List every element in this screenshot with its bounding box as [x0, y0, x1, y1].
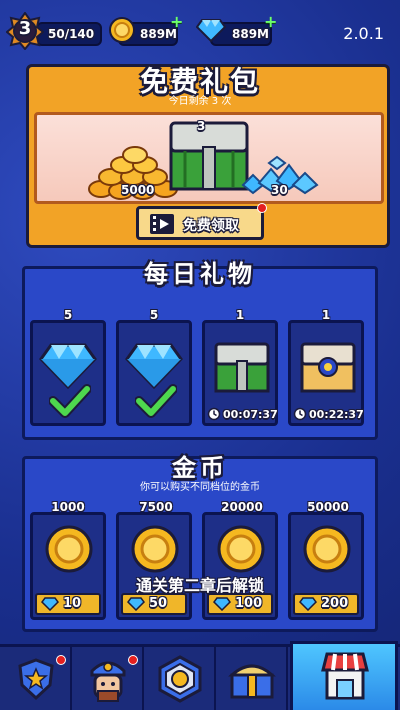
- gem-icon: [213, 597, 231, 611]
- nav-tab-gear[interactable]: [144, 647, 216, 710]
- coin-pack-price[interactable]: 100: [207, 593, 273, 615]
- hero-icon: [90, 661, 126, 702]
- nav-tab-badge[interactable]: [0, 647, 72, 710]
- coins-subtitle: 你可以购买不同档位的金币: [140, 482, 260, 493]
- shop-icon: [321, 652, 369, 700]
- coin-pack-price-value: 200: [321, 596, 349, 611]
- level-badge[interactable]: 3: [5, 11, 45, 51]
- hexagon-icon: [158, 655, 202, 703]
- add-gems-button[interactable]: +: [264, 12, 277, 31]
- coin-icon: [131, 525, 179, 573]
- daily-item-card[interactable]: [116, 320, 192, 426]
- coin-icon: [109, 17, 135, 43]
- coin-pack-price[interactable]: 10: [35, 593, 101, 615]
- coin-pack-card[interactable]: 10: [30, 512, 106, 620]
- top-bar: 50/140 3 889M + 889M + 2.0.1: [0, 0, 400, 56]
- bottom-nav: [0, 641, 400, 710]
- chest-count: 3: [197, 119, 206, 133]
- gem-amount: 30: [271, 183, 288, 197]
- chest-icon: [228, 664, 276, 699]
- coin-pack-card[interactable]: 200: [288, 512, 364, 620]
- coin-pack-price[interactable]: 50: [121, 593, 187, 615]
- shield-icon: [18, 658, 54, 701]
- daily-item-timer: 00:07:37: [223, 408, 278, 421]
- free-claim-button[interactable]: 免费领取: [136, 203, 267, 240]
- coin-amount: 5000: [121, 183, 155, 197]
- gold-chest-icon: [300, 342, 356, 393]
- add-coins-button[interactable]: +: [170, 12, 183, 31]
- coin-icon: [45, 525, 93, 573]
- energy-counter: 50/140: [36, 22, 102, 46]
- clock-icon: [293, 407, 307, 421]
- notification-dot: [56, 655, 66, 665]
- free-gift-subtitle: 今日剩余 3 次: [168, 96, 232, 107]
- green-chest-icon: [214, 342, 270, 393]
- gem-icon: [299, 597, 317, 611]
- daily-item-card[interactable]: 00:22:37: [288, 320, 364, 426]
- claim-label: 免费领取: [183, 218, 239, 234]
- nav-tab-shop[interactable]: [290, 641, 398, 710]
- daily-item-card[interactable]: 00:07:37: [202, 320, 278, 426]
- coin-pack-price-value: 10: [63, 596, 82, 611]
- video-icon: [150, 214, 174, 234]
- nav-tab-chest[interactable]: [216, 647, 288, 710]
- check-icon: [49, 384, 91, 418]
- gem-icon: [196, 19, 226, 42]
- daily-item-card[interactable]: [30, 320, 106, 426]
- daily-gifts-title: 每日礼物: [144, 260, 256, 288]
- coin-pack-price-value: 100: [235, 596, 263, 611]
- version-label: 2.0.1: [343, 24, 384, 43]
- coin-pack-price-value: 50: [149, 596, 168, 611]
- notification-dot: [128, 655, 138, 665]
- coin-pack-card[interactable]: 100: [202, 512, 278, 620]
- nav-tab-hero[interactable]: [72, 647, 144, 710]
- notification-dot: [257, 203, 267, 213]
- gem-icon: [127, 597, 145, 611]
- free-gift-contents: 3 5000 30: [34, 112, 384, 204]
- check-icon: [135, 384, 177, 418]
- gem-icon: [41, 597, 59, 611]
- coin-pack-price[interactable]: 200: [293, 593, 359, 615]
- daily-item-timer: 00:22:37: [309, 408, 364, 421]
- clock-icon: [207, 407, 221, 421]
- coin-icon: [217, 525, 265, 573]
- unlock-hint: 通关第二章后解锁: [135, 576, 264, 595]
- coin-icon: [303, 525, 351, 573]
- level-number: 3: [18, 18, 32, 39]
- coin-pack-card[interactable]: 50: [116, 512, 192, 620]
